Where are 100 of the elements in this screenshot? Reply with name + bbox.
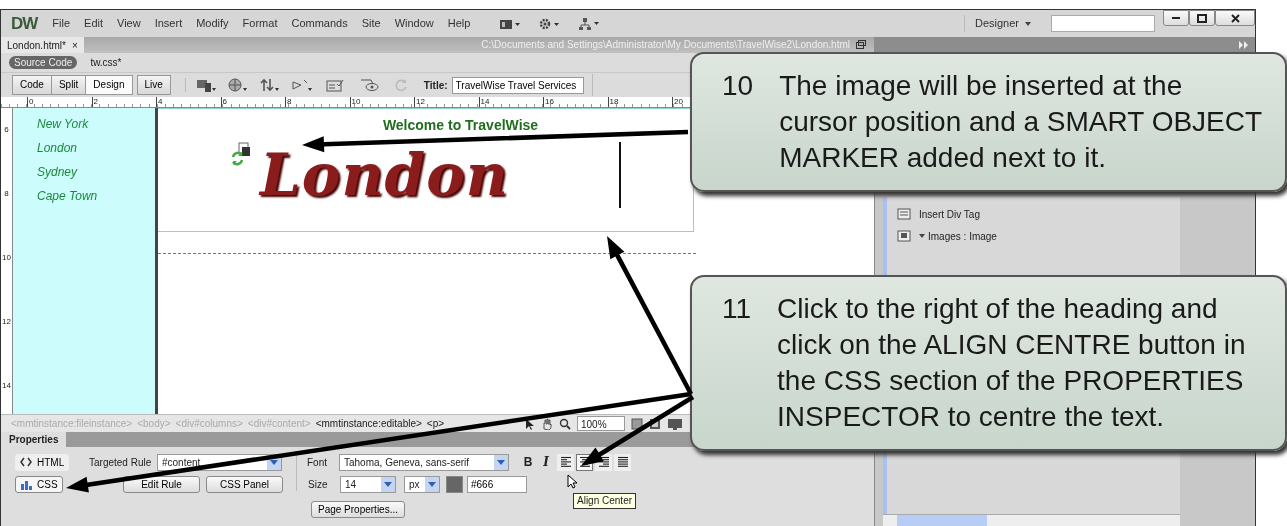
ruler-number: 12	[2, 316, 11, 328]
expand-icon[interactable]	[1239, 41, 1249, 49]
sitemap-icon[interactable]	[579, 17, 602, 30]
menu-item[interactable]: Edit	[77, 15, 111, 32]
caret-icon	[1025, 21, 1031, 26]
layout-icon[interactable]	[499, 17, 522, 30]
restore-icon[interactable]	[856, 40, 866, 49]
mode-button[interactable]: CSS	[15, 475, 63, 493]
multiscreen-icon[interactable]	[195, 78, 216, 92]
size-dropdown[interactable]: 14	[340, 475, 396, 493]
search-field[interactable]	[1051, 15, 1155, 32]
align-left-icon	[559, 456, 572, 468]
unit-dropdown[interactable]: px	[404, 475, 440, 493]
menu-item[interactable]: View	[110, 15, 148, 32]
menu-item[interactable]: Help	[440, 15, 478, 32]
bold-button[interactable]: B	[519, 453, 537, 471]
up-down-arrows-icon[interactable]	[259, 78, 280, 92]
field-label: Targeted Rule	[89, 455, 153, 470]
menu-item[interactable]: Site	[354, 15, 388, 32]
code-brackets-icon	[20, 456, 33, 468]
align-right-icon	[597, 456, 610, 468]
smart-object-marker-icon[interactable]	[229, 142, 252, 166]
ruler-number: 6	[4, 124, 9, 136]
page-heading: Welcome to TravelWise	[382, 116, 539, 135]
maximize-button[interactable]	[1189, 10, 1215, 26]
london-banner-image: London	[259, 146, 509, 204]
menu-item[interactable]: Insert	[147, 15, 190, 32]
zoom-icon[interactable]	[559, 417, 571, 430]
related-file-tab[interactable]: tw.css*	[85, 56, 127, 69]
monitor-icon[interactable]	[667, 417, 683, 430]
nav-link[interactable]: London	[37, 142, 155, 154]
tag-selector-item[interactable]: <p>	[426, 416, 445, 431]
step-number: 11	[722, 292, 752, 326]
close-icon	[1230, 13, 1240, 23]
title-field[interactable]: TravelWise Travel Services	[451, 76, 584, 94]
text-cursor	[619, 142, 621, 208]
document-tab[interactable]: London.html* ×	[1, 37, 84, 53]
view-button[interactable]: Live	[136, 75, 171, 95]
ruler-number: 8	[4, 188, 9, 200]
field-label: Size	[308, 477, 329, 492]
related-file-tab[interactable]: Source Code	[9, 56, 78, 69]
workspace-dropdown[interactable]: Designer	[963, 15, 1041, 32]
hand-icon[interactable]	[541, 417, 553, 430]
mouse-pointer-icon	[567, 474, 577, 489]
ruler-number: 10	[2, 252, 11, 264]
view-button[interactable]: Design	[85, 75, 133, 95]
css-panel-button[interactable]: CSS Panel	[206, 475, 283, 493]
properties-tab[interactable]: Properties	[1, 432, 67, 447]
tag-selector-item[interactable]: <mmtinstance:editable>	[315, 416, 422, 431]
close-button[interactable]	[1215, 10, 1255, 26]
align-left-button[interactable]	[557, 453, 574, 471]
ruler-number: 0	[27, 97, 92, 107]
picture-icon	[897, 230, 911, 242]
italic-button[interactable]: I	[537, 453, 555, 471]
minimize-button[interactable]	[1163, 10, 1189, 26]
maximize-icon	[1197, 13, 1207, 23]
insert-panel-item[interactable]: Insert Div Tag	[887, 203, 1180, 225]
instruction-text: The image will be inserted at the cursor position and a SMART OBJECT MARKER added next to it.	[779, 69, 1263, 175]
menu-item[interactable]: File	[45, 15, 78, 32]
align-justify-button[interactable]	[614, 453, 631, 471]
ruler-number: 2	[91, 97, 156, 107]
mode-button[interactable]: HTML	[15, 453, 70, 471]
bar-chart-icon	[20, 478, 33, 490]
caret-icon	[919, 234, 925, 238]
align-justify-icon	[616, 456, 629, 468]
nav-link[interactable]: Sydney	[37, 166, 155, 178]
color-field[interactable]: #666	[467, 475, 527, 493]
globe-icon[interactable]	[227, 78, 248, 92]
zoom-dropdown[interactable]: 100%	[577, 416, 625, 431]
close-tab-button[interactable]: ×	[71, 37, 78, 53]
view-button[interactable]: Split	[50, 75, 87, 95]
ruler-number: 18	[607, 97, 672, 107]
gear-icon[interactable]	[539, 17, 562, 30]
view-button[interactable]: Code	[12, 75, 52, 95]
ruler-number: 10	[349, 97, 414, 107]
minimize-icon	[1172, 17, 1180, 19]
page-properties-button[interactable]: Page Properties...	[310, 501, 405, 518]
menu-item[interactable]: Commands	[284, 15, 355, 32]
ruler-number: 6	[220, 97, 285, 107]
ruler-number: 16	[543, 97, 608, 107]
color-swatch[interactable]	[446, 475, 463, 493]
menu-item[interactable]: Window	[387, 15, 441, 32]
div-tag-icon	[897, 208, 911, 220]
ruler-number: 12	[414, 97, 479, 107]
window-size-icon[interactable]	[631, 417, 643, 430]
ruler-number: 14	[478, 97, 543, 107]
nav-link[interactable]: Cape Town	[37, 190, 155, 202]
nav-link[interactable]: New York	[37, 118, 155, 130]
field-label: Font	[307, 455, 328, 470]
menu-item[interactable]: Format	[235, 15, 285, 32]
title-label: Title:	[423, 78, 448, 93]
menu-item[interactable]: Modify	[189, 15, 236, 32]
instruction-text: Click to the right of the heading and click on the ALIGN CENTRE button in the CSS section of the PROPERTIES INSPECTOR to centre the text.	[777, 292, 1247, 434]
tooltip: Align Center	[573, 493, 637, 509]
ruler-number: 4	[156, 97, 221, 107]
ruler-number: 14	[2, 380, 11, 392]
insert-panel-item[interactable]: Images : Image	[887, 225, 1180, 247]
ruler-number: 8	[285, 97, 350, 107]
font-dropdown[interactable]: Tahoma, Geneva, sans-serif	[339, 453, 509, 471]
app-logo: DW	[11, 12, 38, 35]
